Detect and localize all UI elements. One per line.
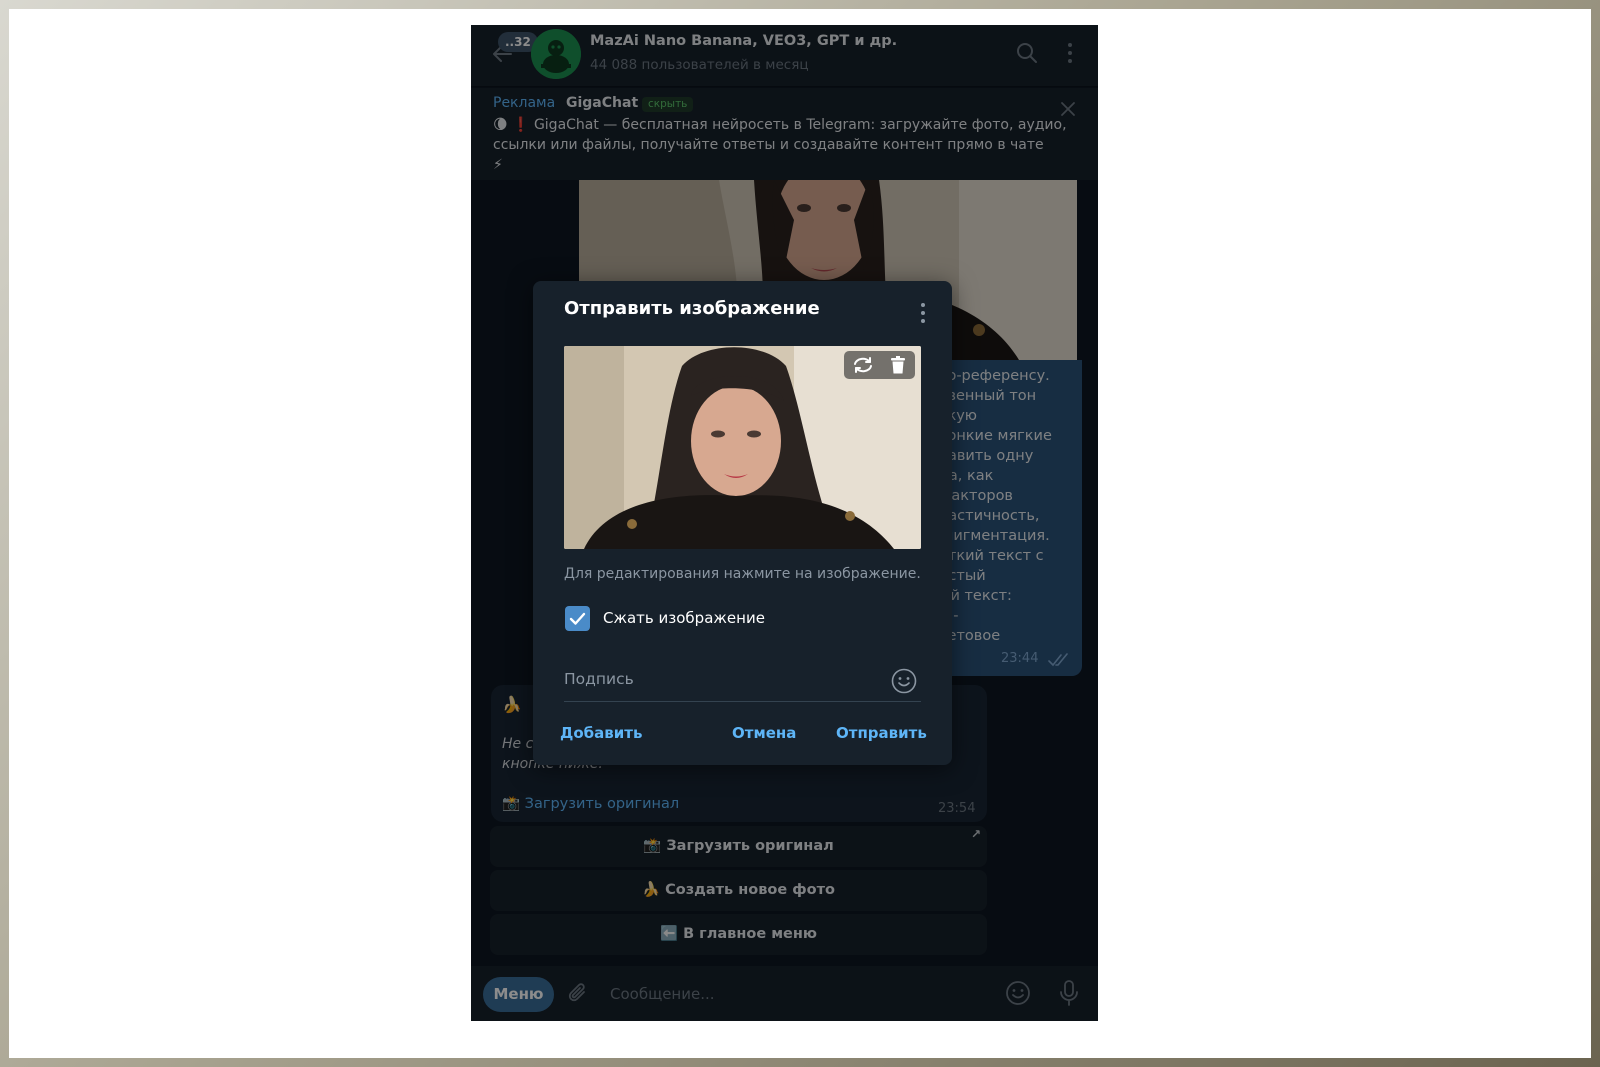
edit-hint: Для редактирования нажмите на изображени… (564, 566, 921, 582)
checkmark-icon (569, 612, 586, 625)
trash-icon[interactable] (891, 356, 905, 374)
caption-underline (564, 701, 921, 702)
rotate-icon[interactable] (852, 356, 874, 374)
dialog-title: Отправить изображение (564, 298, 820, 319)
send-button[interactable]: Отправить (836, 724, 927, 742)
more-vertical-icon[interactable] (919, 302, 927, 324)
emoji-icon[interactable] (891, 668, 917, 694)
telegram-window: ..32 MazAi Nano Banana, VEO3, GPT и др. … (471, 25, 1098, 1021)
compress-checkbox[interactable] (565, 606, 590, 631)
compress-label[interactable]: Сжать изображение (603, 609, 765, 627)
cancel-button[interactable]: Отмена (732, 724, 796, 742)
caption-input[interactable] (564, 664, 884, 694)
send-image-dialog: Отправить изображение Для редактирования… (533, 281, 952, 765)
add-button[interactable]: Добавить (560, 724, 642, 742)
